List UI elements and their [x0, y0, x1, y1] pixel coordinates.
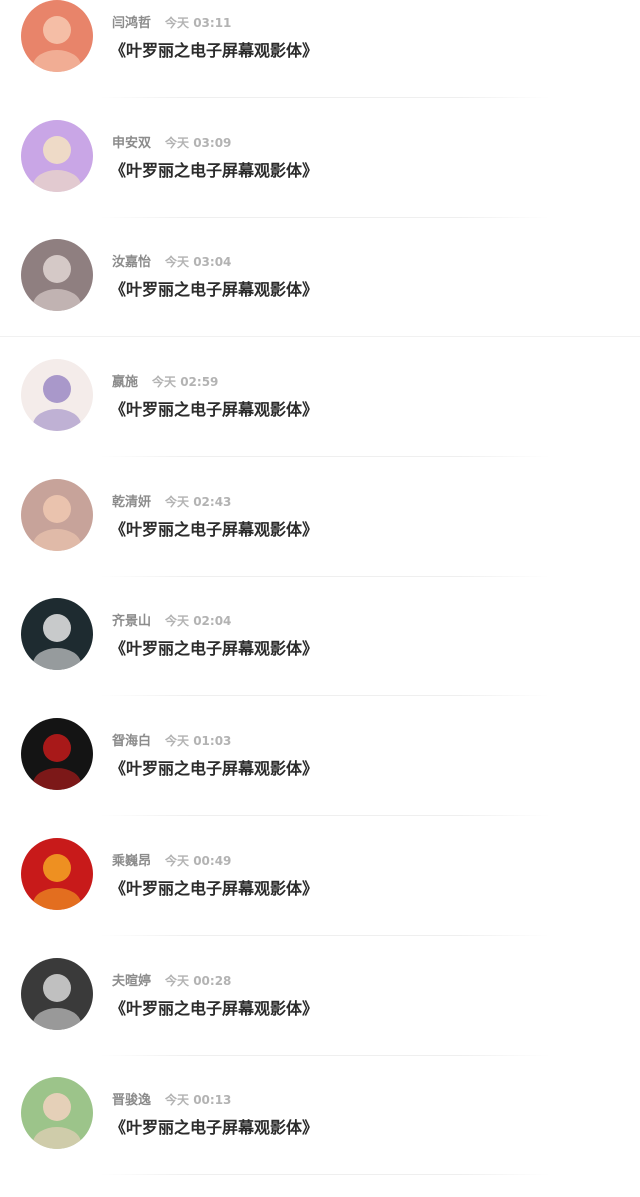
avatar[interactable] [21, 478, 93, 551]
comment-content[interactable]: 《叶罗丽之电子屏幕观影体》 [110, 519, 318, 541]
divider [100, 575, 550, 577]
hooded-figure-avatar [21, 957, 93, 1030]
comment-meta: 乾清妍 今天 02:43 [112, 492, 231, 510]
divider [100, 815, 550, 817]
avatar[interactable] [21, 837, 93, 910]
comment-time: 今天 03:11 [165, 16, 232, 30]
divider [100, 1054, 550, 1056]
comment-time: 今天 01:03 [165, 734, 232, 749]
user-name[interactable]: 申安双 [112, 136, 151, 151]
comment-meta: 夫暄婷 今天 00:28 [112, 971, 231, 989]
comment-meta: 闫鸿哲 今天 03:11 [112, 13, 231, 31]
comment-meta: 晋骏逸 今天 00:13 [112, 1090, 231, 1108]
avatar[interactable] [21, 239, 93, 312]
divider [100, 97, 550, 98]
user-name[interactable]: 闫鸿哲 [112, 16, 151, 31]
girl-portrait-avatar [21, 478, 93, 551]
comment-content[interactable]: 《叶罗丽之电子屏幕观影体》 [110, 638, 318, 660]
comment-content[interactable]: 《叶罗丽之电子屏幕观影体》 [110, 40, 318, 62]
user-name[interactable]: 嬴施 [112, 375, 138, 390]
divider [0, 336, 640, 338]
comment-content[interactable]: 《叶罗丽之电子屏幕观影体》 [110, 160, 318, 182]
divider [100, 1174, 550, 1176]
comment-time: 今天 03:09 [165, 135, 232, 150]
divider [100, 216, 550, 218]
avatar[interactable] [21, 359, 93, 432]
user-name[interactable]: 乘巍昂 [112, 854, 151, 869]
comment-time: 今天 00:49 [165, 853, 232, 868]
comment-content[interactable]: 《叶罗丽之电子屏幕观影体》 [110, 878, 318, 900]
comment-time: 今天 02:04 [165, 614, 232, 629]
user-name[interactable]: 乾清妍 [112, 495, 151, 510]
red-sketch-avatar [21, 0, 93, 72]
avatar[interactable] [21, 957, 93, 1030]
comment-item: 乘巍昂 今天 00:49 《叶罗丽之电子屏幕观影体》 [0, 837, 640, 958]
comment-content[interactable]: 《叶罗丽之电子屏幕观影体》 [110, 1117, 318, 1139]
comment-meta: 汝嘉怡 今天 03:04 [112, 252, 231, 270]
pumpkin-avatar [21, 837, 93, 910]
comment-list: 闫鸿哲 今天 03:11 《叶罗丽之电子屏幕观影体》 申安双 今天 03:09 《叶… [0, 0, 640, 1197]
comment-meta: 乘巍昂 今天 00:49 [112, 851, 231, 869]
comment-content[interactable]: 《叶罗丽之电子屏幕观影体》 [110, 279, 318, 301]
avatar[interactable] [21, 598, 93, 671]
comment-content[interactable]: 《叶罗丽之电子屏幕观影体》 [110, 998, 318, 1020]
comment-item: 汝嘉怡 今天 03:04 《叶罗丽之电子屏幕观影体》 [0, 239, 640, 359]
comment-item: 嬴施 今天 02:59 《叶罗丽之电子屏幕观影体》 [0, 359, 640, 479]
anime-girl-avatar [21, 119, 93, 192]
user-name[interactable]: 汝嘉怡 [112, 255, 151, 270]
cat-avatar [21, 239, 93, 312]
comment-item: 闫鸿哲 今天 03:11 《叶罗丽之电子屏幕观影体》 [0, 0, 640, 120]
comment-item: 齐景山 今天 02:04 《叶罗丽之电子屏幕观影体》 [0, 598, 640, 718]
flowers-avatar [21, 359, 93, 432]
girl-hat-avatar [21, 1077, 93, 1150]
comment-item: 夫暄婷 今天 00:28 《叶罗丽之电子屏幕观影体》 [0, 957, 640, 1078]
comment-time: 今天 02:59 [152, 375, 219, 390]
comment-time: 今天 00:13 [165, 1093, 232, 1108]
comment-item: 乾清妍 今天 02:43 《叶罗丽之电子屏幕观影体》 [0, 478, 640, 599]
comment-time: 今天 00:28 [165, 973, 232, 988]
comment-meta: 齐景山 今天 02:04 [112, 611, 231, 629]
comment-time: 今天 02:43 [165, 494, 232, 509]
user-name[interactable]: 夫暄婷 [112, 974, 151, 989]
comment-content[interactable]: 《叶罗丽之电子屏幕观影体》 [110, 758, 318, 780]
user-name[interactable]: 眢海白 [112, 734, 151, 749]
avatar[interactable] [21, 718, 93, 791]
comment-item: 眢海白 今天 01:03 《叶罗丽之电子屏幕观影体》 [0, 718, 640, 838]
user-name[interactable]: 齐景山 [112, 614, 151, 629]
boy-glasses-avatar [21, 598, 93, 671]
user-name[interactable]: 晋骏逸 [112, 1093, 151, 1108]
avatar[interactable] [21, 1077, 93, 1150]
avatar[interactable] [21, 119, 93, 192]
comment-meta: 申安双 今天 03:09 [112, 133, 231, 151]
comment-time: 今天 03:04 [165, 255, 232, 270]
comment-content[interactable]: 《叶罗丽之电子屏幕观影体》 [110, 399, 318, 421]
dark-anime-avatar [21, 718, 93, 791]
comment-item: 申安双 今天 03:09 《叶罗丽之电子屏幕观影体》 [0, 119, 640, 240]
divider [100, 934, 550, 936]
divider [100, 456, 550, 458]
comment-item: 晋骏逸 今天 00:13 《叶罗丽之电子屏幕观影体》 [0, 1077, 640, 1197]
comment-meta: 嬴施 今天 02:59 [112, 372, 218, 390]
comment-meta: 眢海白 今天 01:03 [112, 731, 231, 749]
divider [100, 695, 550, 697]
avatar[interactable] [21, 0, 93, 72]
